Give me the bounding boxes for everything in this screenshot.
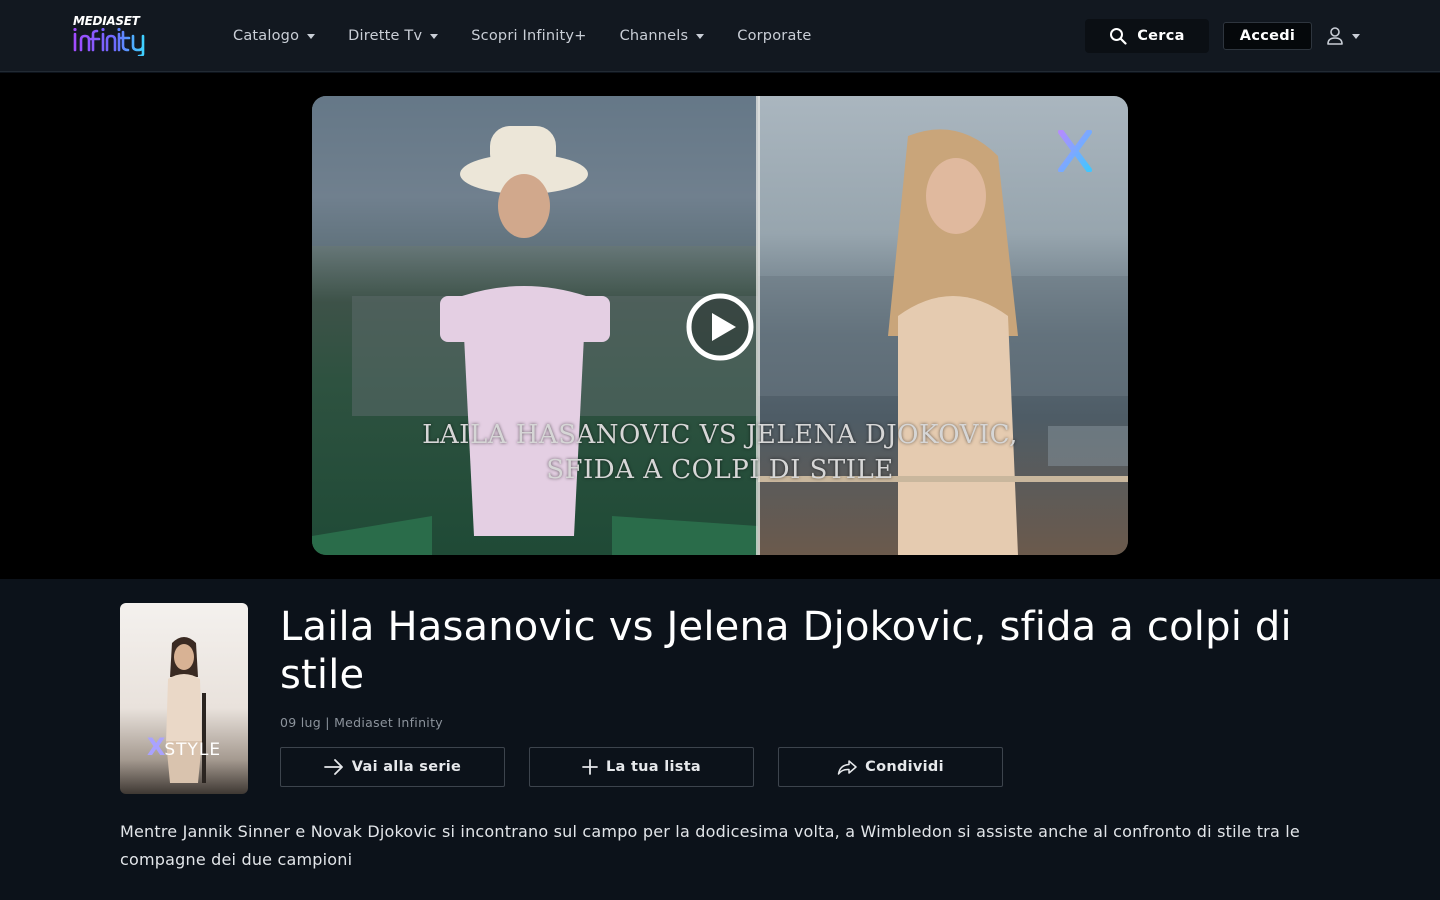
- nav-catalogo-label: Catalogo: [233, 28, 300, 44]
- caret-down-icon: [430, 33, 439, 39]
- infinity-wordmark-icon: [73, 28, 145, 56]
- logo-wordmark-top: MEDIASET: [73, 14, 140, 28]
- search-icon: [1110, 28, 1127, 45]
- user-icon: [1327, 27, 1343, 45]
- caret-down-icon: [307, 33, 316, 39]
- thumbnail-label-text: STYLE: [164, 740, 222, 760]
- video-player[interactable]: LAILA HASANOVIC VS JELENA DJOKOVIC, SFID…: [312, 96, 1128, 555]
- thumbnail-label: XSTYLE: [120, 733, 248, 761]
- nav-dirette-tv-label: Dirette Tv: [348, 28, 423, 44]
- nav-catalogo[interactable]: Catalogo: [233, 28, 316, 44]
- top-header: MEDIASET Catalogo Dirette Tv Scopri Infi…: [0, 0, 1440, 72]
- mediaset-infinity-logo[interactable]: MEDIASET: [73, 14, 163, 58]
- overlay-line-1: LAILA HASANOVIC VS JELENA DJOKOVIC,: [422, 420, 1018, 450]
- nav-scopri-infinity-plus[interactable]: Scopri Infinity+: [471, 28, 586, 44]
- nav-corporate[interactable]: Corporate: [737, 28, 811, 44]
- share-icon: [837, 760, 857, 775]
- share-button[interactable]: Condividi: [778, 747, 1003, 787]
- nav-channels[interactable]: Channels: [620, 28, 705, 44]
- main-nav: Catalogo Dirette Tv Scopri Infinity+ Cha…: [233, 0, 845, 72]
- add-to-list-label: La tua lista: [605, 759, 702, 775]
- series-thumbnail[interactable]: XSTYLE: [120, 603, 248, 794]
- nav-channels-label: Channels: [619, 28, 689, 44]
- x-brand-icon: [1058, 130, 1092, 172]
- add-to-list-button[interactable]: La tua lista: [529, 747, 754, 787]
- go-to-series-button[interactable]: Vai alla serie: [280, 747, 505, 787]
- action-bar: Vai alla serie La tua lista Condividi: [280, 747, 1027, 787]
- caret-down-icon: [1352, 33, 1360, 39]
- nav-scopri-label: Scopri Infinity+: [471, 28, 587, 44]
- share-label: Condividi: [865, 759, 944, 775]
- search-label: Cerca: [1137, 28, 1185, 44]
- go-to-series-label: Vai alla serie: [351, 759, 462, 775]
- nav-dirette-tv[interactable]: Dirette Tv: [348, 28, 439, 44]
- login-button[interactable]: Accedi: [1223, 22, 1312, 50]
- play-icon[interactable]: [685, 292, 755, 362]
- episode-meta: 09 lug | Mediaset Infinity: [280, 715, 443, 730]
- plus-icon: [582, 759, 598, 775]
- nav-corporate-label: Corporate: [737, 28, 812, 44]
- user-menu[interactable]: [1326, 24, 1360, 48]
- overlay-line-2: SFIDA A COLPI DI STILE: [546, 455, 894, 485]
- arrow-right-icon: [323, 759, 343, 775]
- episode-description: Mentre Jannik Sinner e Novak Djokovic si…: [120, 822, 1300, 869]
- page-title: Laila Hasanovic vs Jelena Djokovic, sfid…: [280, 604, 1292, 698]
- video-overlay-title: LAILA HASANOVIC VS JELENA DJOKOVIC, SFID…: [312, 418, 1128, 488]
- search-button[interactable]: Cerca: [1085, 19, 1209, 53]
- caret-down-icon: [696, 33, 705, 39]
